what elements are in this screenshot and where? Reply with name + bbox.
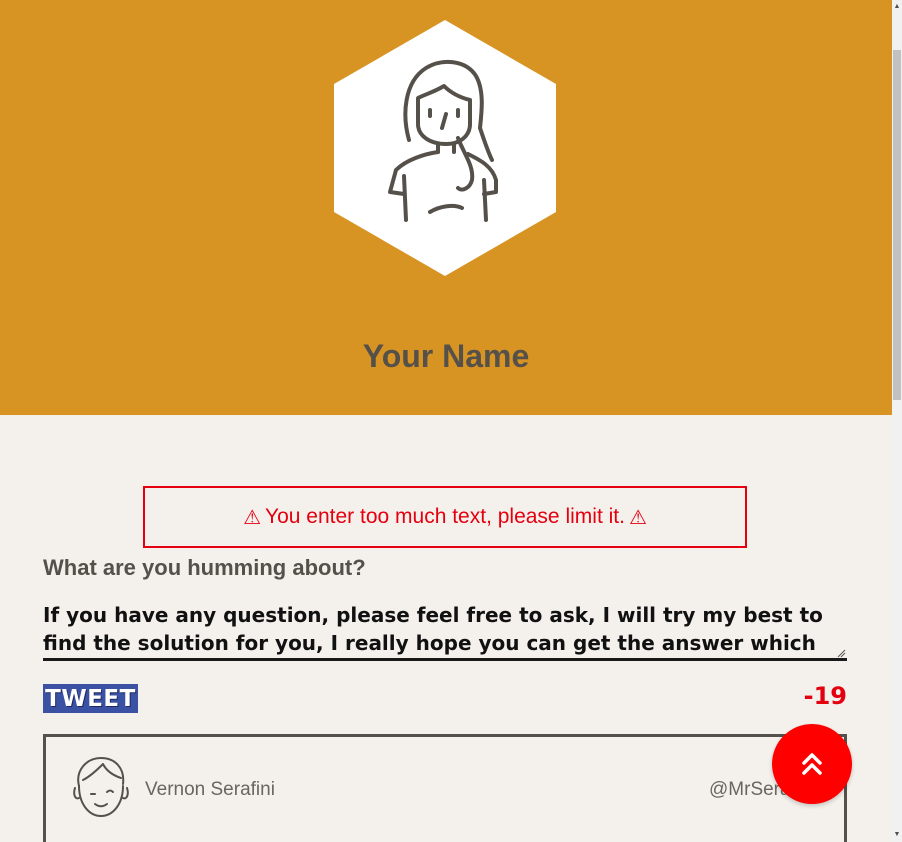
scroll-to-top-button[interactable] [772, 724, 852, 804]
scroll-up-icon[interactable]: ▲ [892, 0, 902, 14]
woman-avatar-icon [334, 20, 556, 276]
profile-avatar [334, 20, 556, 276]
warning-icon: ⚠ [628, 506, 647, 529]
scroll-thumb[interactable] [893, 50, 901, 400]
scroll-down-icon[interactable]: ▼ [892, 828, 902, 842]
error-message-box: ⚠ You enter too much text, please limit … [143, 486, 747, 548]
error-message: You enter too much text, please limit it… [265, 505, 625, 528]
tweet-author: Vernon Serafini [145, 779, 275, 800]
character-counter: -19 [803, 682, 847, 710]
tweet-button[interactable]: TWEET [43, 684, 138, 713]
tweet-input[interactable]: If you have any question, please feel fr… [43, 601, 847, 661]
page: Your Name ⚠ You enter too much text, ple… [0, 0, 892, 842]
composer-label: What are you humming about? [43, 555, 366, 580]
double-chevron-up-icon [802, 753, 822, 775]
warning-icon: ⚠ [243, 506, 262, 529]
page-scrollbar[interactable]: ▲ ▼ [892, 0, 902, 842]
user-avatar-icon [73, 757, 129, 817]
profile-name: Your Name [362, 338, 530, 374]
resize-handle-icon[interactable] [836, 648, 846, 658]
profile-header: Your Name [0, 0, 892, 415]
tweet-card: Vernon Serafini @MrSerafini [43, 734, 847, 842]
